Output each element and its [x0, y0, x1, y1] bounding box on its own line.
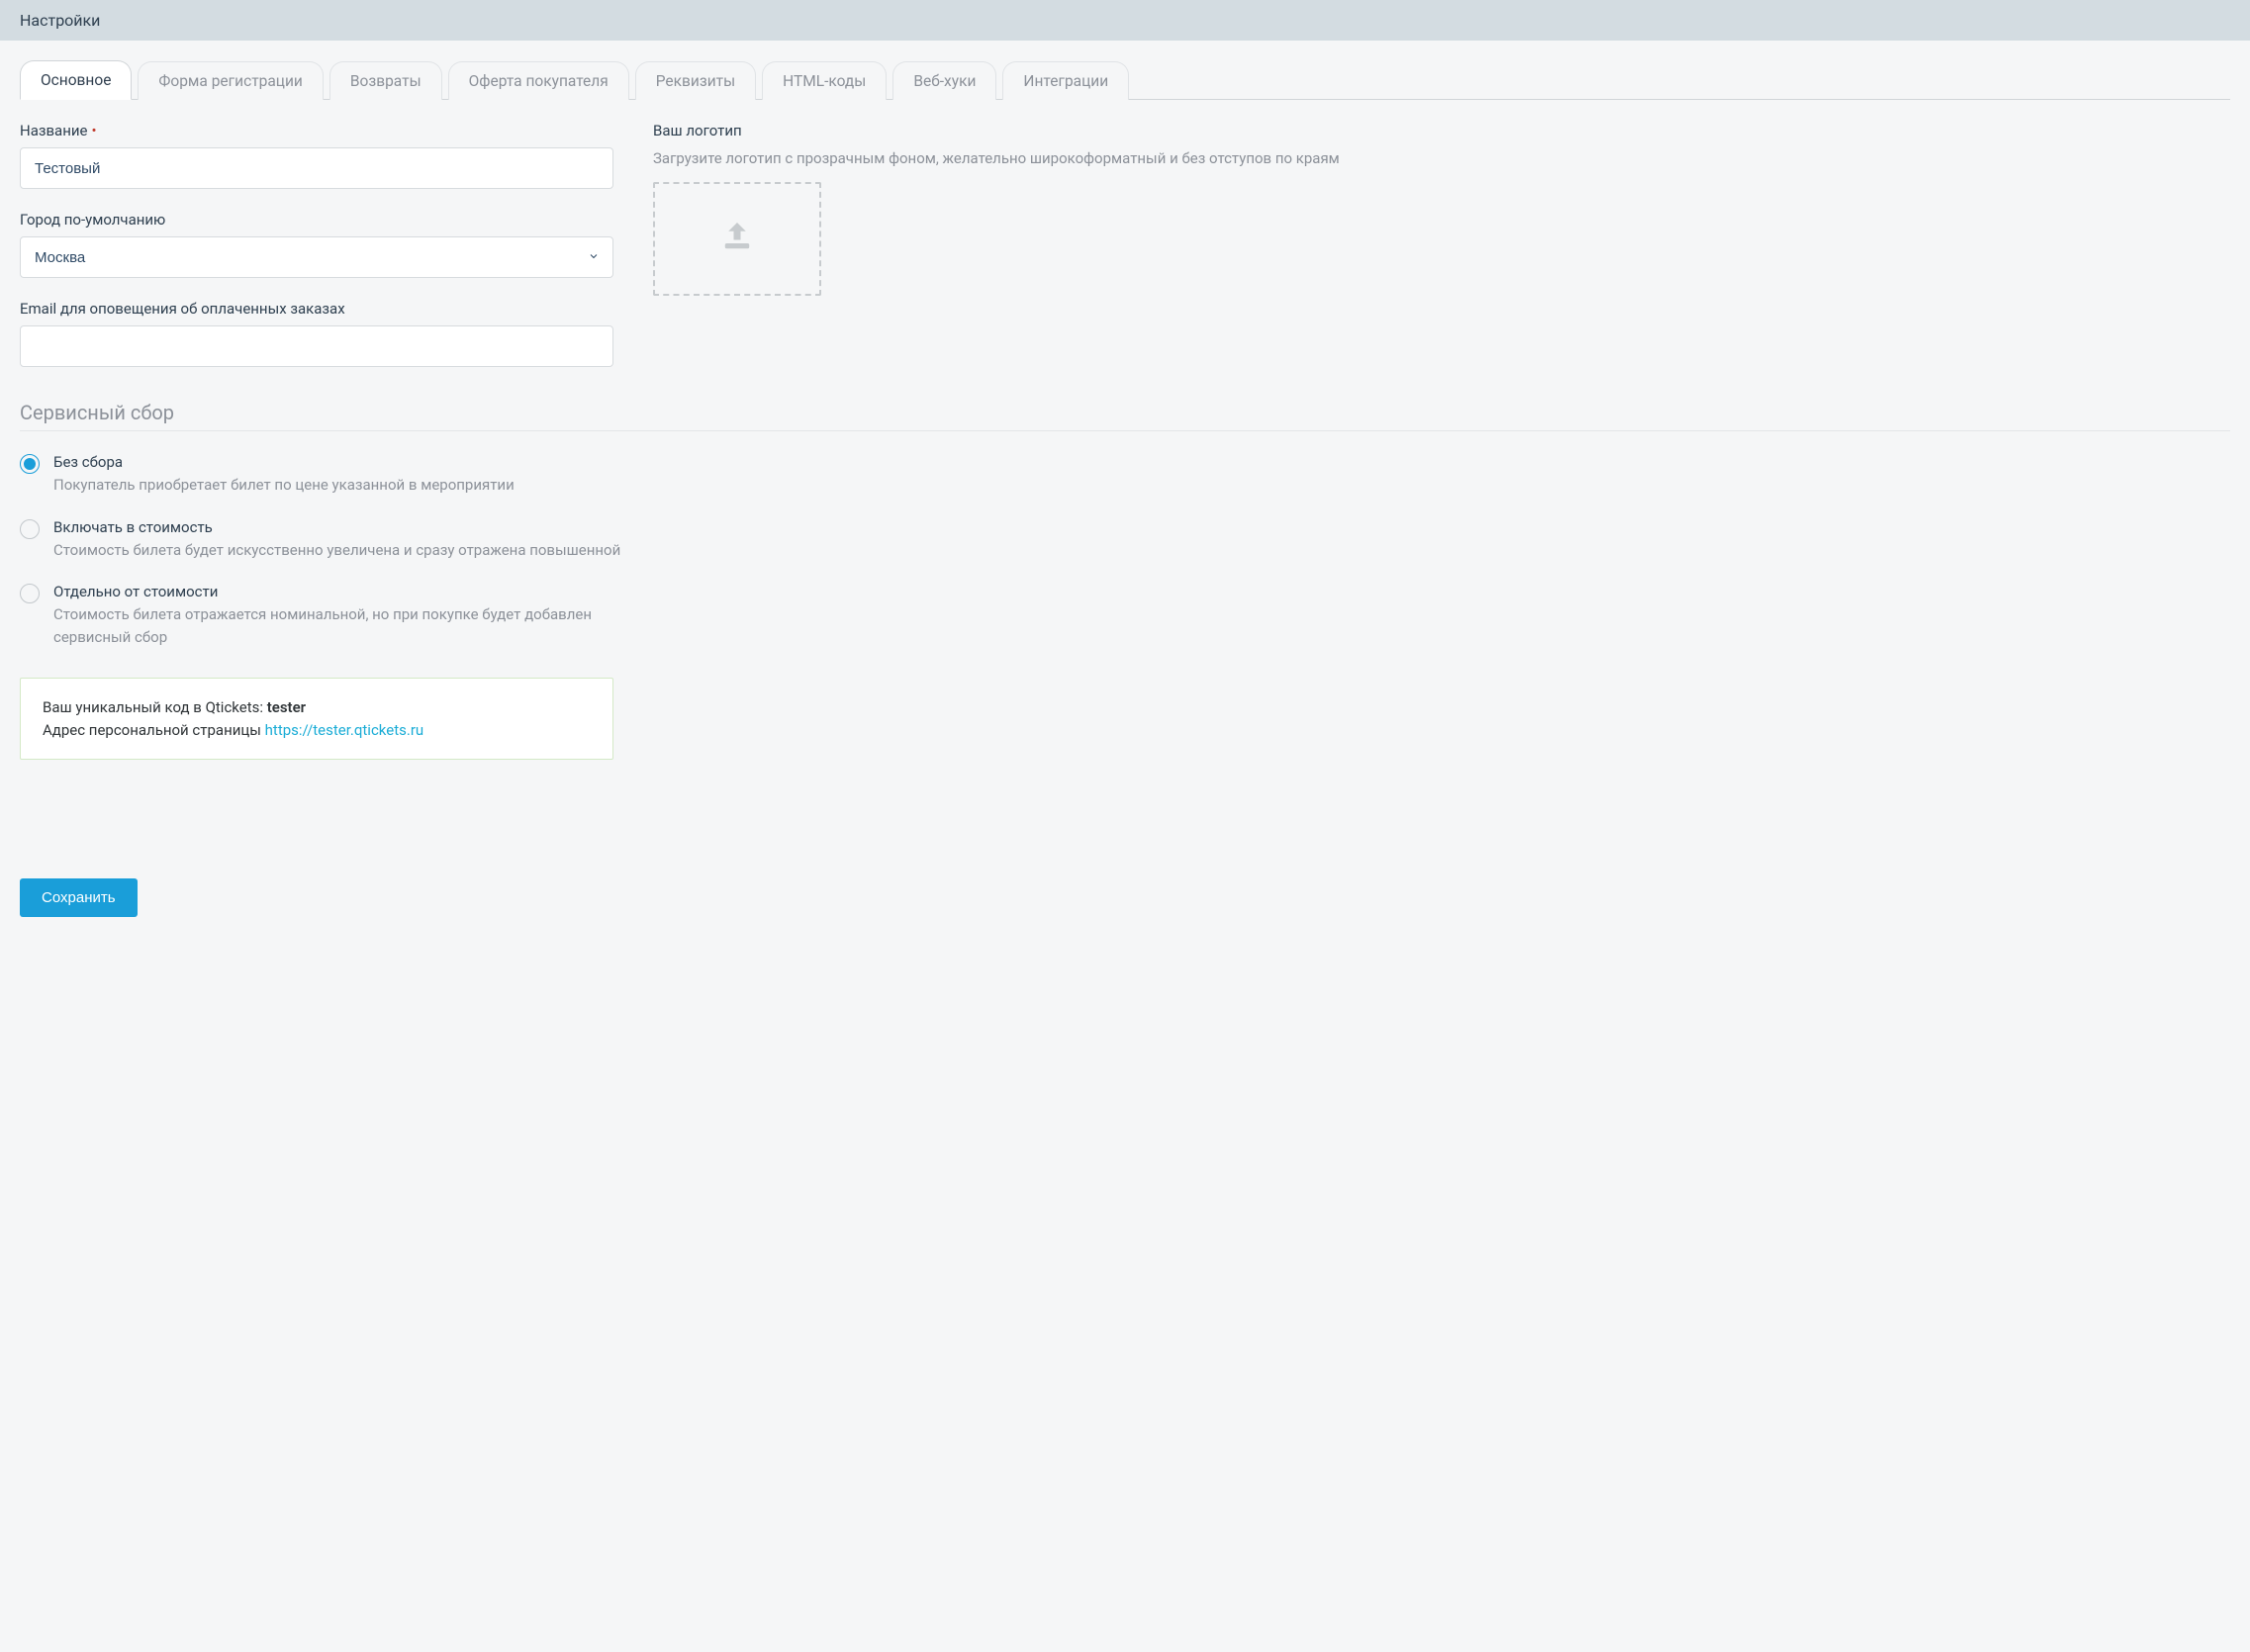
page-title: Настройки — [20, 11, 100, 30]
tab-refunds[interactable]: Возвраты — [329, 61, 442, 100]
tab-registration-form[interactable]: Форма регистрации — [138, 61, 323, 100]
city-label: Город по-умолчанию — [20, 211, 613, 229]
tab-webhooks[interactable]: Веб-хуки — [892, 61, 996, 100]
info-url-link[interactable]: https://tester.qtickets.ru — [265, 721, 424, 739]
radio-label: Включать в стоимость — [53, 518, 620, 536]
email-input[interactable] — [20, 325, 613, 367]
radio-circle[interactable] — [20, 519, 40, 539]
name-input[interactable] — [20, 147, 613, 189]
info-box: Ваш уникальный код в Qtickets: tester Ад… — [20, 678, 613, 760]
upload-icon — [716, 216, 758, 261]
radio-label: Без сбора — [53, 453, 515, 471]
page-header: Настройки — [0, 0, 2250, 41]
radio-separate-fee[interactable]: Отдельно от стоимости Стоимость билета о… — [20, 583, 653, 648]
name-label: Название• — [20, 122, 613, 139]
info-url-prefix: Адрес персональной страницы — [43, 721, 265, 739]
radio-include-fee[interactable]: Включать в стоимость Стоимость билета бу… — [20, 518, 653, 562]
service-fee-title: Сервисный сбор — [20, 401, 2230, 431]
tab-html-codes[interactable]: HTML-коды — [762, 61, 887, 100]
tab-integrations[interactable]: Интеграции — [1002, 61, 1129, 100]
info-code-prefix: Ваш уникальный код в Qtickets: — [43, 698, 267, 716]
radio-desc: Стоимость билета отражается номинальной,… — [53, 603, 653, 648]
tab-buyer-offer[interactable]: Оферта покупателя — [448, 61, 629, 100]
radio-circle[interactable] — [20, 454, 40, 474]
email-label: Email для оповещения об оплаченных заказ… — [20, 300, 613, 318]
tab-requisites[interactable]: Реквизиты — [635, 61, 756, 100]
city-select[interactable] — [20, 236, 613, 278]
radio-label: Отдельно от стоимости — [53, 583, 653, 600]
radio-circle[interactable] — [20, 584, 40, 603]
info-code-value: tester — [267, 698, 306, 716]
required-dot: • — [91, 122, 96, 139]
logo-label: Ваш логотип — [653, 122, 2230, 139]
logo-upload[interactable] — [653, 182, 821, 296]
tab-main[interactable]: Основное — [20, 60, 132, 100]
radio-desc: Покупатель приобретает билет по цене ука… — [53, 474, 515, 497]
radio-no-fee[interactable]: Без сбора Покупатель приобретает билет п… — [20, 453, 653, 497]
logo-hint: Загрузите логотип с прозрачным фоном, же… — [653, 147, 2230, 170]
save-button[interactable]: Сохранить — [20, 878, 138, 917]
tabs-row: Основное Форма регистрации Возвраты Офер… — [20, 60, 2230, 100]
radio-desc: Стоимость билета будет искусственно увел… — [53, 539, 620, 562]
